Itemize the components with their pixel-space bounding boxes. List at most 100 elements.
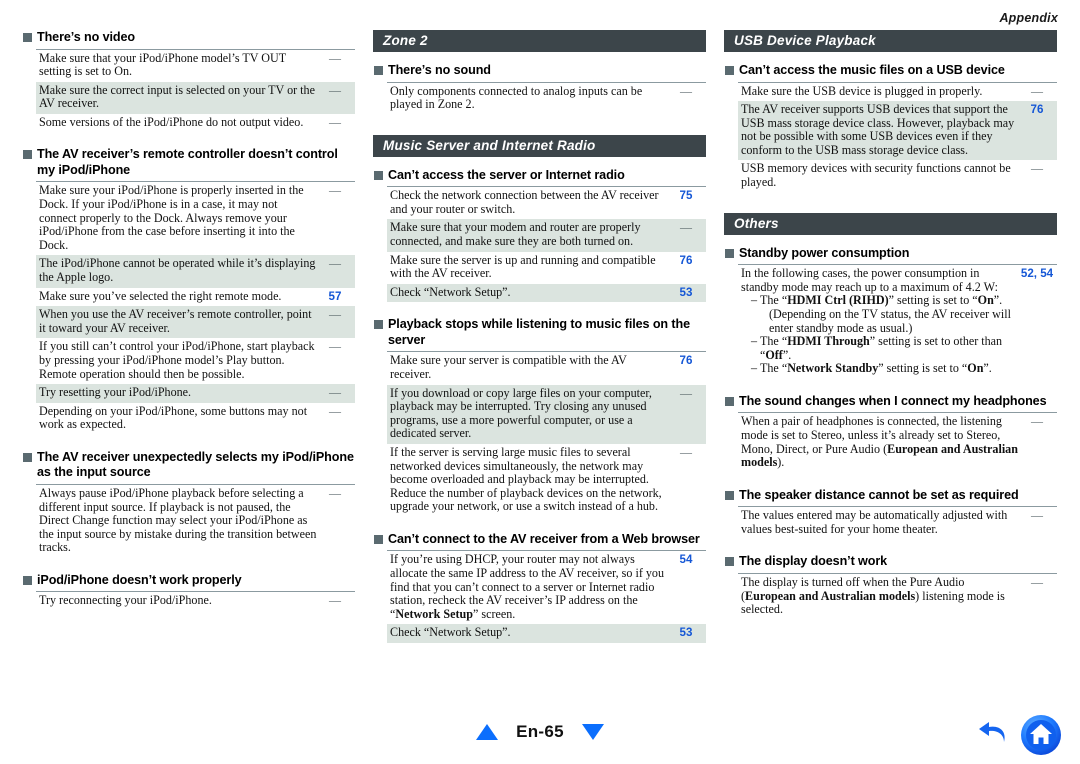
page-number: En-65 bbox=[516, 722, 564, 741]
symptom-cell: Try resetting your iPod/iPhone. bbox=[36, 384, 317, 403]
table-row: Make sure the correct input is selected … bbox=[36, 81, 355, 114]
page-ref-none: — bbox=[1019, 412, 1057, 473]
symptom-cell: If you download or copy large files on y… bbox=[387, 384, 668, 444]
table-row: Depending on your iPod/iPhone, some butt… bbox=[36, 403, 355, 435]
page-ref-none: — bbox=[1019, 572, 1057, 620]
table-row: If you’re using DHCP, your router may no… bbox=[387, 550, 706, 625]
symptom-cell: If you still can’t control your iPod/iPh… bbox=[39, 339, 315, 381]
table-row: Some versions of the iPod/iPhone do not … bbox=[36, 114, 355, 133]
page-ref-none: — bbox=[317, 384, 355, 403]
symptom-cell: Check “Network Setup”. bbox=[387, 283, 668, 303]
section-band: Zone 2 bbox=[373, 30, 706, 52]
bullet-square-icon bbox=[374, 66, 383, 75]
table-row: Try reconnecting your iPod/iPhone. — bbox=[36, 591, 355, 612]
subsection-heading: The AV receiver’s remote controller does… bbox=[22, 147, 355, 178]
troubleshooting-table: The values entered may be automatically … bbox=[738, 506, 1057, 540]
column-2: Zone 2 There’s no sound Only components co… bbox=[373, 30, 706, 706]
page-ref-none: — bbox=[317, 48, 355, 82]
symptom-cell: When a pair of headphones is connected, … bbox=[738, 412, 1019, 473]
table-row: Make sure the USB device is plugged in p… bbox=[738, 81, 1057, 102]
table-row: USB memory devices with security functio… bbox=[738, 160, 1057, 192]
subsection-heading-label: The AV receiver unexpectedly selects my … bbox=[37, 449, 354, 480]
table-row: Make sure your server is compatible with… bbox=[387, 351, 706, 385]
symptom-cell: Depending on your iPod/iPhone, some butt… bbox=[39, 403, 308, 432]
page-ref-none: — bbox=[329, 403, 341, 418]
subsection-heading-label: There’s no sound bbox=[388, 63, 491, 77]
page-ref-link[interactable]: 52, 54 bbox=[1019, 264, 1057, 379]
section-band: USB Device Playback bbox=[724, 30, 1057, 52]
subsection-heading-label: The sound changes when I connect my head… bbox=[739, 393, 1047, 408]
table-row: The iPod/iPhone cannot be operated while… bbox=[36, 255, 355, 288]
table-row: Check “Network Setup”. 53 bbox=[387, 624, 706, 643]
section-band: Music Server and Internet Radio bbox=[373, 134, 706, 157]
symptom-cell: If the server is serving large music fil… bbox=[390, 444, 662, 514]
troubleshooting-table: Only components connected to analog inpu… bbox=[387, 81, 706, 115]
table-row: When a pair of headphones is connected, … bbox=[738, 412, 1057, 473]
subsection-heading: There’s no video bbox=[22, 30, 355, 46]
triangle-up-icon[interactable] bbox=[476, 724, 499, 740]
troubleshooting-table: Make sure your iPod/iPhone is properly i… bbox=[36, 181, 355, 435]
symptom-cell: The AV receiver supports USB devices tha… bbox=[738, 101, 1019, 161]
troubleshooting-table: Make sure that your iPod/iPhone model’s … bbox=[36, 48, 355, 133]
symptom-cell: USB memory devices with security functio… bbox=[741, 161, 1011, 190]
triangle-down-icon[interactable] bbox=[581, 724, 604, 740]
page-ref-link[interactable]: 57 bbox=[317, 288, 355, 307]
bullet-square-icon bbox=[23, 575, 32, 585]
subsection-heading-label: The speaker distance cannot be set as re… bbox=[739, 487, 1019, 502]
page-ref-none: — bbox=[317, 483, 355, 558]
bullet-square-icon bbox=[374, 534, 383, 544]
back-arrow-icon[interactable] bbox=[977, 718, 1011, 752]
page-ref-none: — bbox=[317, 181, 355, 256]
symptom-cell: Some versions of the iPod/iPhone do not … bbox=[39, 114, 304, 129]
bullet-square-icon bbox=[725, 557, 734, 567]
bullet-square-icon bbox=[725, 490, 734, 500]
page-ref-none: — bbox=[317, 255, 355, 288]
troubleshooting-table: When a pair of headphones is connected, … bbox=[738, 412, 1057, 473]
subsection-heading: The speaker distance cannot be set as re… bbox=[724, 488, 1057, 504]
subsection-heading-label: Playback stops while listening to music … bbox=[388, 317, 691, 347]
page-ref-link[interactable]: 76 bbox=[668, 252, 706, 284]
page-ref-none: — bbox=[317, 591, 355, 612]
subsection-heading-label: There’s no video bbox=[37, 30, 136, 44]
table-row: Make sure your iPod/iPhone is properly i… bbox=[36, 181, 355, 256]
troubleshooting-table: Make sure your server is compatible with… bbox=[387, 351, 706, 517]
page-ref-none: — bbox=[317, 81, 355, 114]
troubleshooting-table: Always pause iPod/iPhone playback before… bbox=[36, 483, 355, 558]
symptom-cell: Make sure the server is up and running a… bbox=[390, 252, 656, 281]
symptom-cell: When you use the AV receiver’s remote co… bbox=[36, 306, 317, 339]
table-row: The AV receiver supports USB devices tha… bbox=[738, 101, 1057, 161]
page-ref-link[interactable]: 53 bbox=[668, 624, 706, 643]
page-ref-link[interactable]: 75 bbox=[668, 186, 706, 220]
symptom-cell: Always pause iPod/iPhone playback before… bbox=[36, 483, 317, 558]
page-ref-none: — bbox=[329, 114, 341, 129]
symptom-cell: The display is turned off when the Pure … bbox=[738, 572, 1019, 620]
page-ref-none: — bbox=[317, 306, 355, 339]
home-icon[interactable] bbox=[1020, 714, 1062, 756]
subsection-heading: The AV receiver unexpectedly selects my … bbox=[22, 450, 355, 481]
page-footer: En-65 bbox=[0, 706, 1080, 764]
page-ref-link[interactable]: 76 bbox=[668, 351, 706, 385]
table-row: In the following cases, the power consum… bbox=[738, 264, 1057, 379]
page-ref-none: — bbox=[668, 81, 706, 115]
subsection-heading-label: Standby power consumption bbox=[739, 245, 910, 260]
table-row: Only components connected to analog inpu… bbox=[387, 81, 706, 115]
symptom-cell: Make sure the correct input is selected … bbox=[36, 81, 317, 114]
page-ref-link[interactable]: 76 bbox=[1019, 101, 1057, 161]
symptom-cell: Make sure that your modem and router are… bbox=[387, 219, 668, 252]
subsection-heading: The display doesn’t work bbox=[724, 554, 1057, 570]
page-ref-link[interactable]: 54 bbox=[668, 550, 706, 625]
table-row: Check the network connection between the… bbox=[387, 186, 706, 220]
page-ref-link[interactable]: 53 bbox=[668, 283, 706, 303]
table-row: When you use the AV receiver’s remote co… bbox=[36, 306, 355, 339]
table-row: Make sure the server is up and running a… bbox=[387, 252, 706, 284]
bullet-square-icon bbox=[23, 33, 32, 42]
page-content: There’s no video Make sure that your iPod… bbox=[0, 30, 1080, 706]
subsection-heading: Playback stops while listening to music … bbox=[373, 317, 706, 348]
subsection-heading: Standby power consumption bbox=[724, 246, 1057, 262]
troubleshooting-table: If you’re using DHCP, your router may no… bbox=[387, 550, 706, 643]
symptom-cell: Check “Network Setup”. bbox=[387, 624, 668, 643]
column-1: There’s no video Make sure that your iPod… bbox=[22, 30, 355, 706]
symptom-cell: The values entered may be automatically … bbox=[738, 506, 1019, 540]
table-row: If the server is serving large music fil… bbox=[387, 444, 706, 517]
bullet-square-icon bbox=[374, 320, 383, 330]
